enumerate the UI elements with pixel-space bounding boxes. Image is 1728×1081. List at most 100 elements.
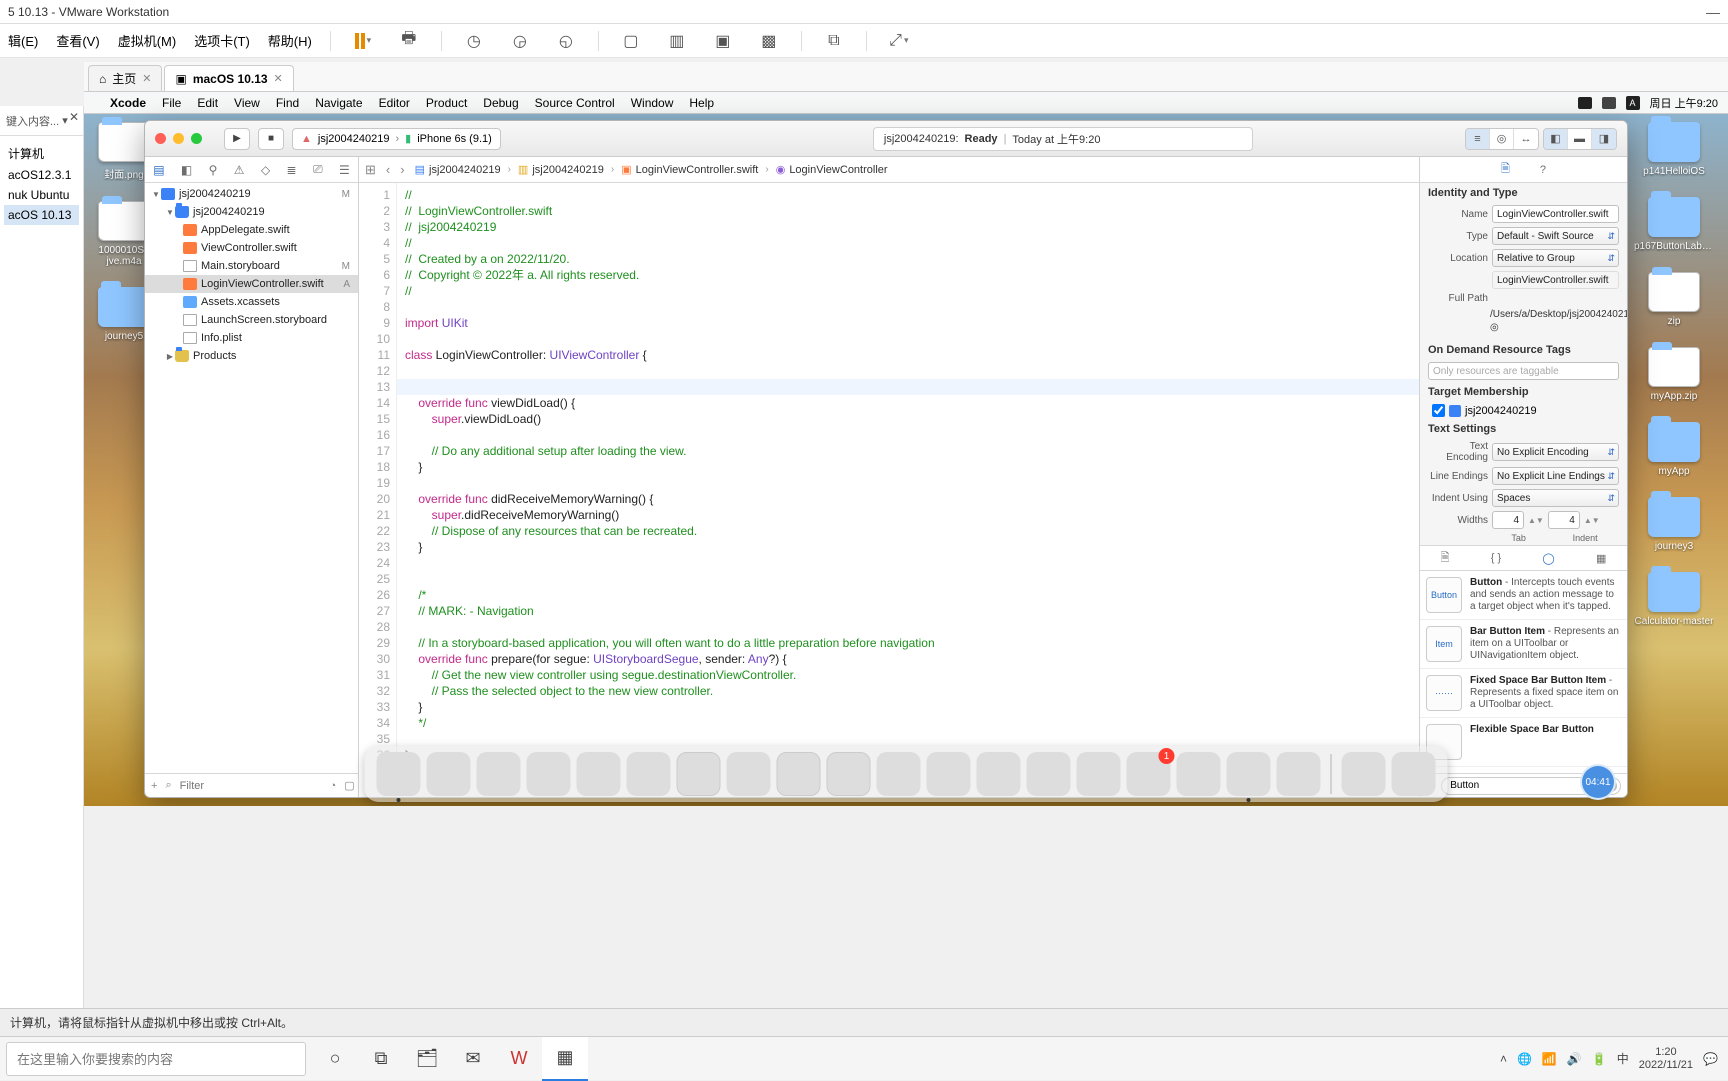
nav-file[interactable]: Info.plist (145, 329, 358, 347)
dock-messages[interactable] (927, 752, 971, 796)
object-library-list[interactable]: ButtonButton - Intercepts touch events a… (1420, 571, 1627, 773)
back-button[interactable]: ‹ (386, 162, 390, 177)
target-checkbox[interactable] (1432, 404, 1445, 417)
tray-volume-icon[interactable]: 🔊 (1567, 1052, 1582, 1066)
file-templates-icon[interactable]: 🗎 (1441, 549, 1450, 568)
mac-menu-view[interactable]: View (234, 96, 260, 110)
related-items-button[interactable]: ⊞ (365, 162, 376, 178)
scm-filter-button[interactable]: ▢ (344, 779, 354, 792)
target-membership-row[interactable]: jsj2004240219 (1420, 402, 1627, 419)
host-menu-vm[interactable]: 虚拟机(M) (118, 31, 177, 50)
task-mail-button[interactable]: ✉ (450, 1037, 496, 1081)
taskbar-search[interactable]: 在这里输入你要搜索的内容 (6, 1042, 306, 1076)
issue-nav-icon[interactable]: ⚠ (234, 163, 245, 177)
dock-reminders[interactable] (777, 752, 821, 796)
view-unity-button[interactable]: ▣ (709, 27, 737, 55)
file-inspector-icon[interactable]: 🗎 (1501, 160, 1510, 179)
mac-menu-source[interactable]: Source Control (535, 96, 615, 110)
crumb-file[interactable]: LoginViewController.swift (636, 164, 759, 176)
close-tab-button[interactable]: ✕ (274, 72, 283, 85)
breakpoint-nav-icon[interactable]: ⎚ (313, 162, 323, 177)
view-split-button[interactable]: ▥ (663, 27, 691, 55)
crumb-group[interactable]: jsj2004240219 (532, 164, 604, 176)
version-editor-button[interactable]: ↔ (1514, 129, 1538, 149)
snapshot-take-button[interactable]: ◷ (460, 27, 488, 55)
report-nav-icon[interactable]: ☰ (339, 163, 350, 177)
recent-filter-button[interactable]: ◔ (330, 780, 337, 792)
desktop-icon[interactable]: myApp (1634, 422, 1714, 477)
desktop-icon[interactable]: p141HelloiOS (1634, 122, 1714, 177)
zoom-window-button[interactable] (191, 133, 202, 144)
minimize-button[interactable]: — (1706, 4, 1720, 20)
nav-file[interactable]: Main.storyboardM (145, 257, 358, 275)
mac-menu-navigate[interactable]: Navigate (315, 96, 362, 110)
task-view-button[interactable]: ⧉ (358, 1037, 404, 1081)
dock-mail[interactable] (577, 752, 621, 796)
desktop-icon[interactable]: zip (1634, 272, 1714, 327)
host-menu-edit[interactable]: 辑(E) (8, 31, 38, 50)
screen-mirror-icon[interactable] (1602, 97, 1616, 109)
dock-simulator[interactable] (1277, 752, 1321, 796)
mac-menu-window[interactable]: Window (631, 96, 674, 110)
dock-calendar[interactable] (677, 752, 721, 796)
mac-menu-edit[interactable]: Edit (197, 96, 218, 110)
snapshot-manager-button[interactable]: ◵ (552, 27, 580, 55)
task-vmware-button[interactable]: ▦ (542, 1037, 588, 1081)
stretch-button[interactable]: ⤢▾ (885, 27, 913, 55)
nav-group[interactable]: ▼ jsj2004240219 (145, 203, 358, 221)
tab-width-field[interactable]: 4 (1492, 511, 1524, 529)
library-item[interactable]: Flexible Space Bar Button (1420, 718, 1627, 767)
file-type-select[interactable]: Default - Swift Source (1492, 227, 1619, 245)
nav-file[interactable]: LaunchScreen.storyboard (145, 311, 358, 329)
editor-mode-segment[interactable]: ≡ ◎ ↔ (1465, 128, 1539, 150)
pause-vm-button[interactable]: ▾ (349, 27, 377, 55)
desktop-icon[interactable]: Calculator-master (1634, 572, 1714, 627)
jump-bar[interactable]: ⊞ ‹ › ▤ jsj2004240219› ▥ jsj2004240219› … (359, 157, 1419, 183)
crumb-symbol[interactable]: LoginViewController (789, 164, 887, 176)
send-cad-button[interactable]: 🖶 (395, 27, 423, 55)
close-tab-button[interactable]: ✕ (142, 72, 151, 85)
indent-using-select[interactable]: Spaces (1492, 489, 1619, 507)
show-navigator-button[interactable]: ◧ (1544, 129, 1568, 149)
tray-network-icon[interactable]: 🌐 (1517, 1052, 1532, 1066)
run-button[interactable]: ▶ (224, 128, 250, 150)
host-tree-vm-1[interactable]: acOS12.3.1 (4, 165, 79, 185)
file-name-field[interactable]: LoginViewController.swift (1492, 205, 1619, 223)
scheme-selector[interactable]: ▲ jsj2004240219 › ▮ iPhone 6s (9.1) (292, 128, 501, 150)
standard-editor-button[interactable]: ≡ (1466, 129, 1490, 149)
host-tree-computer[interactable]: 计算机 (4, 142, 79, 165)
host-tree-vm-3[interactable]: acOS 10.13 (4, 205, 79, 225)
dock-siri[interactable] (427, 752, 471, 796)
dock-sysprefs[interactable] (1177, 752, 1221, 796)
dock-downloads[interactable] (1342, 752, 1386, 796)
dock-facetime[interactable] (977, 752, 1021, 796)
enter-fullscreen-button[interactable]: ⧉ (820, 27, 848, 55)
source-editor[interactable]: 1234567891011121314151617181920212223242… (359, 183, 1419, 797)
navigator-filter-input[interactable] (180, 780, 322, 792)
indent-width-field[interactable]: 4 (1548, 511, 1580, 529)
nav-project-root[interactable]: ▼ jsj2004240219 M (145, 185, 358, 203)
task-cortana-button[interactable]: ○ (312, 1037, 358, 1081)
forward-button[interactable]: › (400, 162, 404, 177)
tray-chevron-icon[interactable]: ˄ (1500, 1052, 1507, 1066)
tray-wifi-icon[interactable]: 📶 (1542, 1052, 1557, 1066)
quickhelp-inspector-icon[interactable]: ? (1540, 164, 1546, 176)
dock-notes[interactable] (727, 752, 771, 796)
minimize-window-button[interactable] (173, 133, 184, 144)
project-nav-icon[interactable]: ▤ (153, 163, 164, 177)
symbol-nav-icon[interactable]: ◧ (181, 163, 192, 177)
mac-menu-editor[interactable]: Editor (379, 96, 410, 110)
mac-menu-app[interactable]: Xcode (110, 96, 146, 110)
debug-nav-icon[interactable]: ≣ (287, 163, 297, 177)
nav-file[interactable]: Assets.xcassets (145, 293, 358, 311)
host-menu-view[interactable]: 查看(V) (56, 31, 99, 50)
task-wps-button[interactable]: W (496, 1037, 542, 1081)
desktop-icon[interactable]: journey3 (1634, 497, 1714, 552)
tab-vm-macos[interactable]: ▣ macOS 10.13 ✕ (164, 65, 293, 91)
taskbar-clock[interactable]: 1:20 2022/11/21 (1639, 1046, 1693, 1072)
desktop-icon[interactable]: p167ButtonLabelSample (1634, 197, 1714, 252)
line-endings-select[interactable]: No Explicit Line Endings (1492, 467, 1619, 485)
task-explorer-button[interactable]: 🗂 (404, 1037, 450, 1081)
host-tree-vm-2[interactable]: nuk Ubuntu (4, 185, 79, 205)
navigator-tree[interactable]: ▼ jsj2004240219 M ▼ jsj2004240219 AppDel… (145, 183, 358, 773)
